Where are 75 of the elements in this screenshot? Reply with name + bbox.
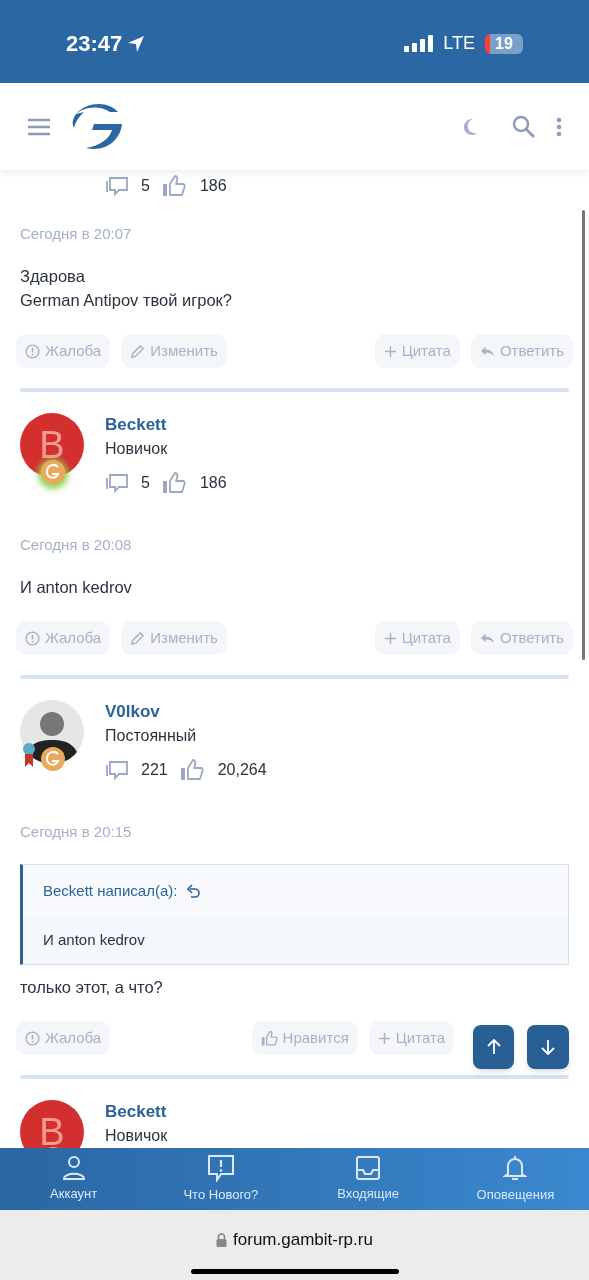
post-date[interactable]: Сегодня в 20:07 xyxy=(20,224,569,244)
messages-icon xyxy=(105,758,129,782)
badge-icon xyxy=(40,746,66,772)
plus-icon xyxy=(383,344,397,358)
edit-button[interactable]: Изменить xyxy=(121,621,227,655)
alert-icon xyxy=(25,1030,40,1046)
user-icon xyxy=(61,1154,86,1181)
user-avatar[interactable]: B xyxy=(20,1100,84,1148)
url-text[interactable]: forum.gambit-rp.ru xyxy=(233,1227,373,1253)
pencil-icon xyxy=(130,343,146,359)
menu-icon[interactable] xyxy=(27,117,51,136)
site-logo[interactable] xyxy=(70,101,124,152)
user-rank: Постоянный xyxy=(105,726,198,746)
pencil-icon xyxy=(130,630,146,646)
post-text: только этот, а что? xyxy=(20,977,164,998)
quote-text: И anton kedrov xyxy=(42,930,146,951)
quote-button[interactable]: Цитата xyxy=(374,621,460,655)
user-rank: Новичок xyxy=(105,439,169,459)
more-icon[interactable] xyxy=(556,116,562,137)
reaction-count: 186 xyxy=(199,473,227,493)
account-tab[interactable]: Аккаунт xyxy=(0,1148,148,1210)
plus-icon xyxy=(383,631,397,645)
arrow-down-icon xyxy=(541,1039,555,1055)
reply-icon xyxy=(479,344,495,358)
report-button[interactable]: Жалоба xyxy=(16,621,111,655)
report-button[interactable]: Жалоба xyxy=(16,334,111,368)
post-date[interactable]: Сегодня в 20:15 xyxy=(20,822,569,842)
quote-button[interactable]: Цитата xyxy=(374,334,460,368)
message-count: 5 xyxy=(141,176,150,196)
whats-new-tab[interactable]: Что Нового? xyxy=(147,1148,295,1210)
post-text: German Antipov твой игрок? xyxy=(20,290,233,311)
reply-icon xyxy=(479,631,495,645)
alert-icon xyxy=(25,343,40,359)
thumbs-up-icon xyxy=(161,174,186,198)
scroll-up-button[interactable] xyxy=(473,1025,514,1069)
like-button[interactable]: Нравится xyxy=(251,1021,358,1055)
inbox-icon xyxy=(355,1154,382,1181)
alert-message-icon xyxy=(206,1153,235,1182)
reply-button[interactable]: Ответить xyxy=(470,621,573,655)
thumbs-up-icon xyxy=(161,471,186,495)
network-type: LTE xyxy=(443,32,475,55)
inbox-tab[interactable]: Входящие xyxy=(294,1148,442,1210)
messages-icon xyxy=(105,174,129,198)
user-rank: Новичок xyxy=(105,1126,168,1146)
edit-button[interactable]: Изменить xyxy=(121,334,227,368)
arrow-up-icon xyxy=(486,1039,501,1055)
lock-icon xyxy=(216,1232,228,1247)
message-count: 221 xyxy=(141,760,168,780)
reply-button[interactable]: Ответить xyxy=(470,334,573,368)
post-text: И anton kedrov xyxy=(20,577,133,598)
thumbs-up-icon xyxy=(179,758,204,782)
username[interactable]: Beckett xyxy=(105,1100,168,1124)
plus-icon xyxy=(377,1031,391,1045)
alerts-tab[interactable]: Оповещения xyxy=(441,1148,589,1210)
scroll-down-button[interactable] xyxy=(527,1025,569,1069)
bell-icon xyxy=(503,1153,528,1182)
quote-button[interactable]: Цитата xyxy=(368,1021,454,1055)
quote-source[interactable]: Beckett написал(а): xyxy=(43,879,178,903)
report-button[interactable]: Жалоба xyxy=(16,1021,111,1055)
alert-icon xyxy=(25,630,40,646)
message-count: 5 xyxy=(141,473,150,493)
jump-back-icon[interactable] xyxy=(187,884,201,898)
username[interactable]: Beckett xyxy=(105,413,227,437)
post-date[interactable]: Сегодня в 20:08 xyxy=(20,535,569,555)
username[interactable]: V0lkov xyxy=(105,700,267,724)
signal-icon xyxy=(404,33,435,54)
reaction-count: 20,264 xyxy=(217,760,267,780)
post-text: Здарова xyxy=(20,266,86,287)
battery-indicator: 19 xyxy=(485,33,523,54)
messages-icon xyxy=(105,471,129,495)
search-icon[interactable] xyxy=(512,114,536,139)
location-arrow-icon xyxy=(127,34,146,53)
reaction-count: 186 xyxy=(199,176,227,196)
status-time: 23:47 xyxy=(66,30,123,58)
thumbs-up-icon xyxy=(260,1029,278,1047)
